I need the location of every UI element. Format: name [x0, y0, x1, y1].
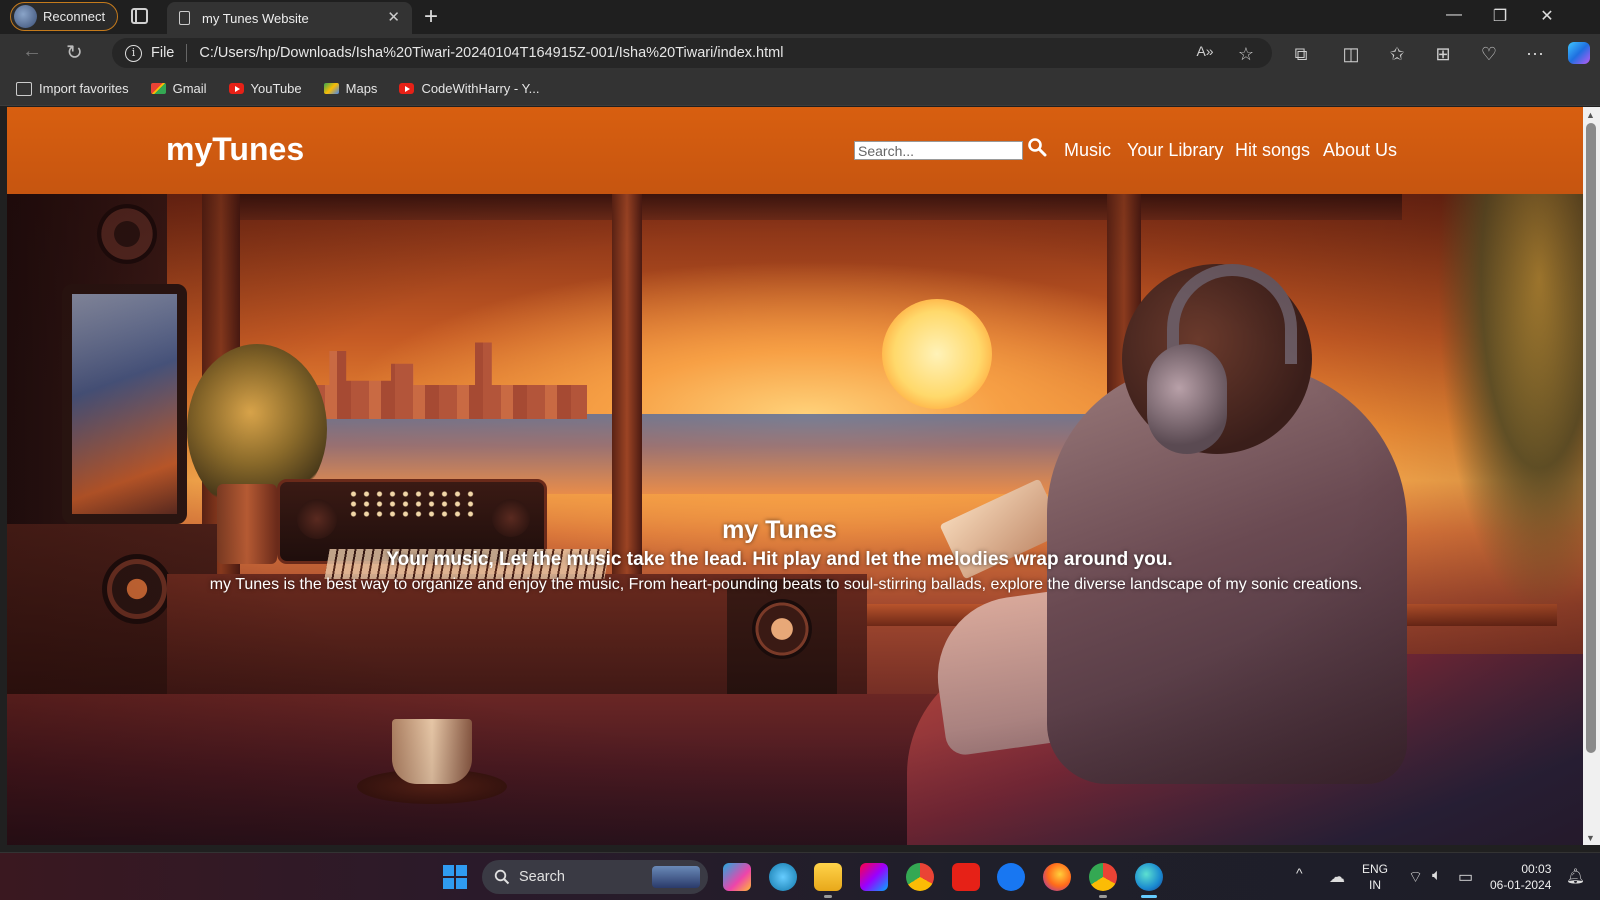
maps-icon [323, 83, 339, 94]
search-icon[interactable] [1027, 137, 1049, 159]
site-header: myTunes Music Your Library Hit songs Abo… [7, 107, 1583, 194]
tab-actions-icon[interactable] [131, 8, 148, 24]
help-icon[interactable] [769, 863, 797, 891]
favorite-star-icon[interactable]: ☆ [1234, 44, 1258, 65]
hero-title: my Tunes [722, 516, 837, 544]
scroll-up-icon[interactable]: ▲ [1586, 110, 1595, 120]
region-label: IN [1369, 878, 1381, 892]
hero-tagline: Your music, Let the music take the lead.… [386, 549, 1173, 570]
back-icon[interactable]: ← [22, 40, 42, 63]
site-logo[interactable]: myTunes [166, 131, 304, 168]
language-label: ENG [1362, 862, 1389, 876]
youtube-icon [228, 83, 244, 94]
file-label: File [151, 45, 175, 61]
youtube-icon[interactable] [952, 863, 980, 891]
chevron-up-icon[interactable]: ^ [1296, 865, 1303, 881]
copilot-icon[interactable] [723, 863, 751, 891]
search-icon [494, 869, 510, 885]
system-clock[interactable]: 00:03 06-01-2024 [1490, 861, 1551, 893]
bookmark-label: CodeWithHarry - Y... [421, 81, 540, 96]
tab-title: my Tunes Website [202, 10, 309, 26]
profile-avatar-icon [14, 5, 37, 28]
search-input[interactable] [854, 141, 1023, 160]
nav-link-about-us[interactable]: About Us [1323, 140, 1397, 161]
page-viewport: myTunes Music Your Library Hit songs Abo… [7, 107, 1583, 845]
volume-icon[interactable]: 🔈︎ [1432, 867, 1442, 885]
bookmark-youtube[interactable]: YouTube [228, 81, 302, 96]
scroll-down-icon[interactable]: ▼ [1586, 833, 1595, 843]
collections-icon[interactable]: ⊞ [1431, 44, 1455, 65]
url-text[interactable]: C:/Users/hp/Downloads/Isha%20Tiwari-2024… [199, 45, 783, 61]
taskbar-search[interactable]: Search [482, 860, 708, 894]
browser-tab-active[interactable]: my Tunes Website ✕ [167, 2, 412, 34]
close-tab-icon[interactable]: ✕ [387, 8, 400, 26]
bookmarks-bar: Import favorites Gmail YouTube Maps Code… [0, 72, 1600, 106]
jetbrains-icon[interactable] [860, 863, 888, 891]
notification-bell-icon[interactable]: 🔔︎ [1566, 867, 1585, 885]
youtube-icon [399, 83, 415, 94]
language-indicator[interactable]: ENG IN [1362, 861, 1388, 893]
facebook-icon[interactable] [997, 863, 1025, 891]
clock-date: 06-01-2024 [1490, 878, 1552, 892]
reconnect-button[interactable]: Reconnect [10, 2, 118, 31]
chrome-icon[interactable] [906, 863, 934, 891]
bookmark-label: Gmail [172, 81, 207, 96]
firefox-icon[interactable] [1043, 863, 1071, 891]
extensions-icon[interactable]: ⧉ [1289, 44, 1313, 65]
favorites-icon[interactable]: ✩ [1385, 44, 1409, 65]
url-separator [186, 44, 188, 62]
onedrive-icon[interactable]: ☁ [1329, 867, 1345, 887]
browser-essentials-icon[interactable]: ♡ [1477, 44, 1501, 65]
bookmark-maps[interactable]: Maps [323, 81, 378, 96]
minimize-icon[interactable]: — [1434, 6, 1474, 24]
address-bar[interactable]: i File C:/Users/hp/Downloads/Isha%20Tiwa… [112, 38, 1272, 68]
search-highlight-icon [652, 866, 700, 888]
info-icon[interactable]: i [125, 44, 142, 62]
wifi-icon[interactable]: ⌔ [1408, 867, 1423, 887]
gmail-icon [150, 83, 166, 94]
clock-time: 00:03 [1521, 862, 1552, 876]
windows-taskbar: Search ^ ☁ ENG IN ⌔ 🔈︎ ▭ 00:03 06-01-202… [0, 852, 1600, 900]
restore-icon[interactable]: ❐ [1480, 6, 1520, 26]
page-icon [179, 11, 190, 25]
taskbar-search-label: Search [519, 869, 565, 885]
edge-icon[interactable] [1135, 863, 1163, 891]
new-tab-icon[interactable]: + [424, 3, 438, 31]
browser-tab-bar: Reconnect my Tunes Website ✕ + — ❐ ✕ [0, 0, 1600, 34]
nav-link-hit-songs[interactable]: Hit songs [1235, 140, 1310, 161]
more-options-icon[interactable]: ⋯ [1523, 44, 1547, 65]
read-aloud-icon[interactable]: A» [1193, 43, 1217, 59]
bookmark-label: YouTube [250, 81, 302, 96]
scrollbar-thumb[interactable] [1586, 123, 1596, 753]
nav-link-your-library[interactable]: Your Library [1127, 140, 1223, 161]
copilot-icon[interactable] [1568, 42, 1590, 64]
nav-link-music[interactable]: Music [1064, 140, 1111, 161]
windows-start-icon[interactable] [443, 865, 467, 889]
refresh-icon[interactable]: ↻ [66, 40, 83, 65]
battery-icon[interactable]: ▭ [1458, 867, 1473, 887]
bookmark-gmail[interactable]: Gmail [150, 81, 207, 96]
bookmark-import-favorites[interactable]: Import favorites [16, 81, 129, 96]
browser-toolbar: ← ↻ i File C:/Users/hp/Downloads/Isha%20… [0, 34, 1600, 72]
import-icon [16, 81, 32, 96]
chrome-profile-icon[interactable] [1089, 863, 1117, 891]
bookmark-label: Maps [345, 81, 378, 96]
hero-description: my Tunes is the best way to organize and… [209, 576, 1363, 593]
close-window-icon[interactable]: ✕ [1527, 6, 1567, 26]
split-screen-icon[interactable]: ◫ [1339, 44, 1363, 65]
file-explorer-icon[interactable] [814, 863, 842, 891]
bookmark-codewithharry[interactable]: CodeWithHarry - Y... [399, 81, 539, 96]
bookmark-label: Import favorites [39, 81, 129, 96]
reconnect-label: Reconnect [43, 9, 106, 24]
